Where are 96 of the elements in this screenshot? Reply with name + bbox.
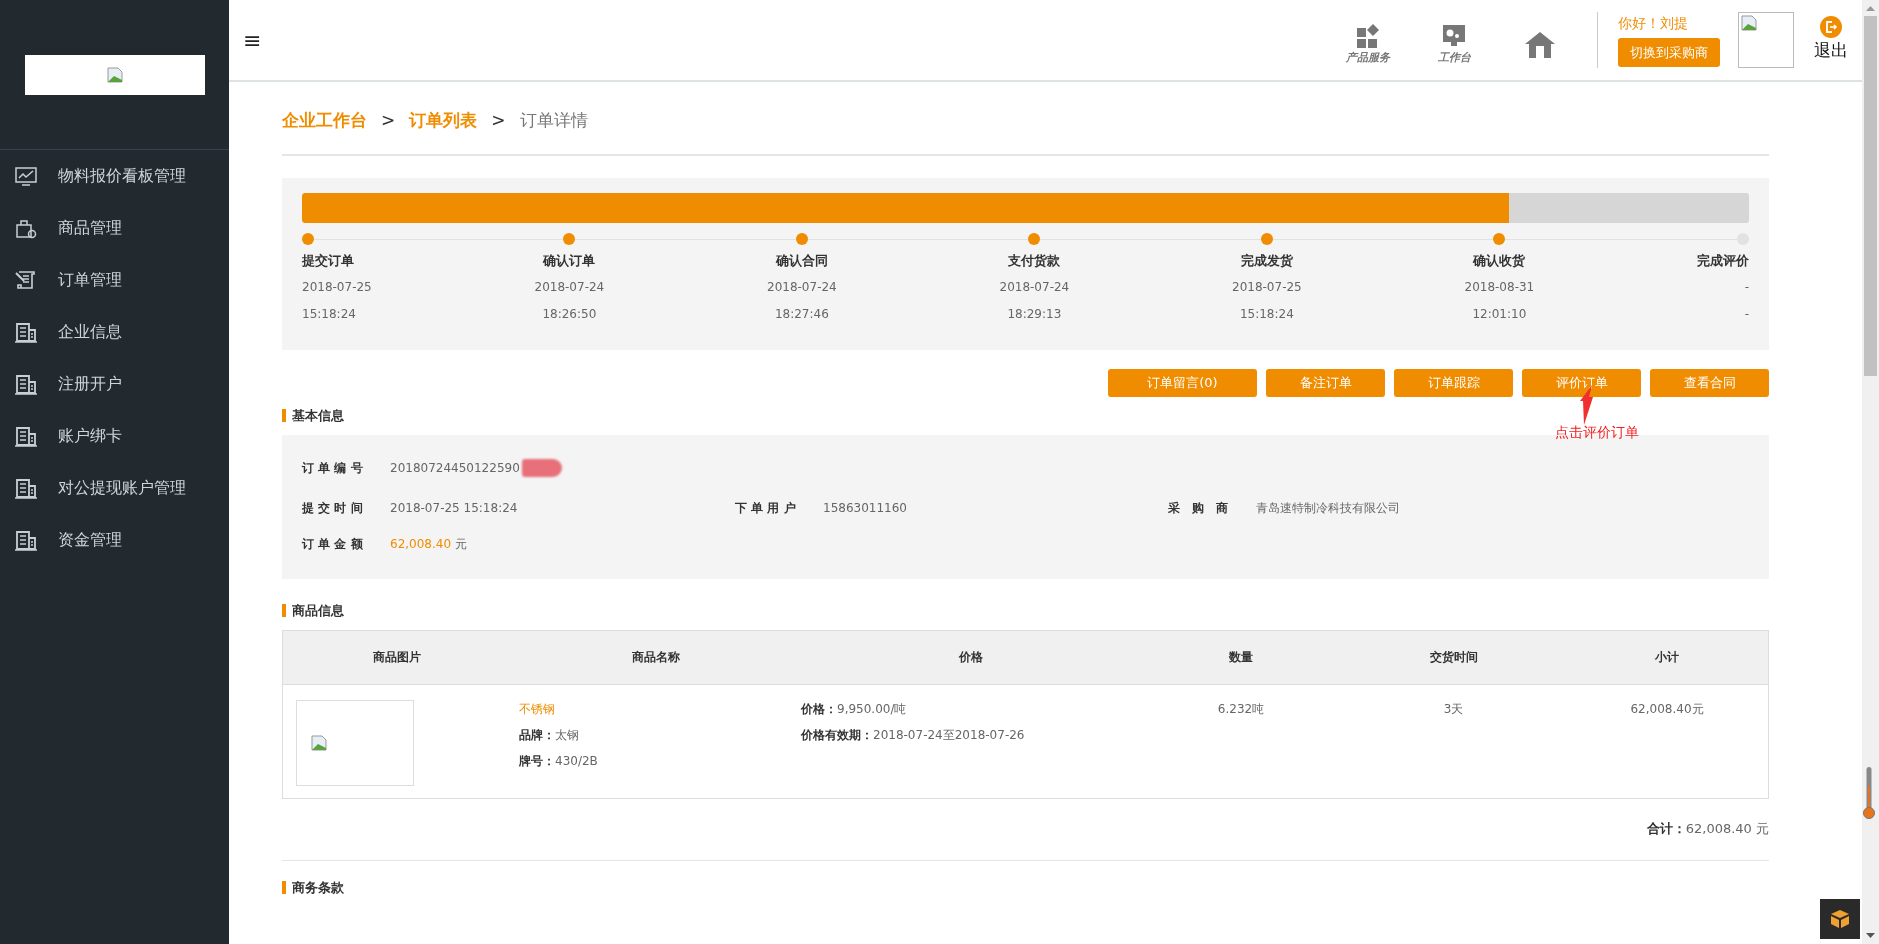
subtotal-cell: 62,008.40元 [1630, 701, 1704, 716]
building-icon [14, 425, 38, 447]
product-name[interactable]: 不锈钢 [519, 699, 801, 718]
column-header: 小计 [1654, 649, 1680, 666]
field-label: 提 交 时 间 [302, 499, 364, 517]
step-label: 提交订单 [302, 251, 354, 270]
field-value: 20180724450122590 [390, 459, 520, 477]
section-title: 商品信息 [282, 603, 1769, 617]
breadcrumb-separator: > [381, 109, 396, 132]
step-date: 2018-07-25 [1232, 278, 1302, 296]
field-label: 订 单 金 额 [302, 535, 364, 553]
column-header: 交货时间 [1428, 649, 1479, 666]
menu-button[interactable]: ≡ [243, 23, 262, 57]
grid-icon [1355, 23, 1381, 50]
step-date: 2018-07-24 [999, 278, 1070, 296]
breadcrumb-current: 订单详情 [519, 109, 588, 132]
step-label: 支付货款 [1008, 251, 1061, 270]
step-date: 2018-07-25 [302, 278, 372, 296]
bag-gear-icon [14, 217, 38, 239]
action-button[interactable]: 评价订单 [1522, 368, 1641, 397]
sidebar-item[interactable]: 商品管理 [0, 202, 229, 254]
quantity-cell: 6.232吨 [1217, 701, 1265, 716]
total-text: 合计：62,008.40 元 [1646, 820, 1769, 836]
step-label: 完成评价 [1697, 251, 1749, 270]
monitor-chart-icon [14, 165, 38, 187]
sidebar-item[interactable]: 企业信息 [0, 306, 229, 358]
sidebar-item[interactable]: 物料报价看板管理 [0, 150, 229, 202]
column-header: 商品图片 [372, 649, 422, 666]
section-title: 基本信息 [282, 408, 1769, 422]
broken-image-icon [311, 734, 327, 751]
step-label: 确认合同 [775, 251, 828, 270]
column-header: 商品名称 [631, 649, 681, 666]
breadcrumb-link[interactable]: 企业工作台 [282, 108, 367, 134]
field-value: 15863011160 [823, 500, 907, 515]
step-time: 18:26:50 [542, 305, 597, 323]
scroll-down-icon[interactable] [1866, 933, 1875, 938]
step-time: 18:29:13 [1007, 305, 1062, 323]
step-time: 12:01:10 [1472, 305, 1527, 323]
field-label: 下 单 用 户 [735, 499, 797, 517]
toolbar-button[interactable]: 产品服务 [1325, 23, 1411, 67]
building-icon [14, 529, 38, 551]
column-header: 价格 [958, 649, 984, 666]
broken-image-icon [106, 66, 123, 83]
action-button[interactable]: 订单跟踪 [1394, 368, 1513, 397]
step-time: 15:18:24 [1239, 305, 1294, 323]
scroll-thumb[interactable] [1864, 16, 1877, 376]
house-icon [1524, 30, 1556, 60]
sidebar-item[interactable]: 对公提现账户管理 [0, 462, 229, 514]
step-label: 完成发货 [1240, 251, 1293, 270]
logout-button[interactable]: 退出 [1814, 16, 1848, 64]
greeting-text: 你好！刘提 [1618, 13, 1688, 33]
floating-box-button[interactable] [1820, 899, 1860, 939]
step-date: 2018-07-24 [534, 278, 605, 296]
switch-role-button[interactable]: 切换到采购商 [1618, 37, 1720, 68]
step-time: 18:27:46 [774, 305, 829, 323]
brand-text: 品牌：太钢 [519, 726, 580, 744]
delivery-cell: 3天 [1443, 701, 1464, 716]
sidebar-item[interactable]: 订单管理 [0, 254, 229, 306]
step-label: 确认收货 [1473, 251, 1526, 270]
sidebar-item[interactable]: 资金管理 [0, 514, 229, 566]
step-label: 确认订单 [543, 251, 596, 270]
annotation-text: 点击评价订单 [1555, 422, 1639, 442]
step-time: - [1744, 305, 1749, 323]
validity-text: 价格有效期：2018-07-24至2018-07-26 [801, 726, 1026, 744]
building-icon [14, 477, 38, 499]
step-date: - [1744, 278, 1749, 296]
broken-image-icon [1741, 15, 1757, 31]
action-button[interactable]: 查看合同 [1650, 368, 1769, 397]
sidebar-item[interactable]: 注册开户 [0, 358, 229, 410]
action-button[interactable]: 备注订单 [1266, 368, 1385, 397]
toolbar-button[interactable]: 工作台 [1411, 23, 1497, 67]
field-value: 青岛速特制冷科技有限公司 [1256, 500, 1400, 515]
section-title: 商务条款 [282, 881, 1769, 894]
step-date: 2018-07-24 [767, 278, 837, 296]
scroll-up-icon[interactable] [1866, 6, 1875, 11]
sidebar-item[interactable]: 账户绑卡 [0, 410, 229, 462]
building-icon [14, 321, 38, 343]
column-header: 数量 [1228, 649, 1254, 666]
breadcrumb-link[interactable]: 订单列表 [409, 108, 478, 134]
breadcrumb-separator: > [491, 109, 506, 132]
scroll-pen-icon [14, 269, 38, 291]
thermometer-icon [1863, 766, 1875, 820]
amount-value: 62,008.40 [390, 536, 452, 551]
step-date: 2018-08-31 [1464, 278, 1535, 296]
step-time: 15:18:24 [302, 305, 356, 323]
redaction-mark [521, 458, 562, 477]
currency-unit: 元 [455, 536, 468, 551]
field-value: 2018-07-25 15:18:24 [390, 500, 518, 515]
action-button[interactable]: 订单留言(0) [1108, 368, 1257, 397]
field-label: 采 购 商 [1168, 499, 1229, 517]
logout-icon [1820, 16, 1842, 39]
grade-text: 牌号：430/2B [519, 752, 599, 770]
field-label: 订 单 编 号 [302, 459, 364, 477]
box-icon [1829, 909, 1851, 929]
price-text: 价格：9,950.00/吨 [801, 700, 908, 718]
building-icon [14, 373, 38, 395]
